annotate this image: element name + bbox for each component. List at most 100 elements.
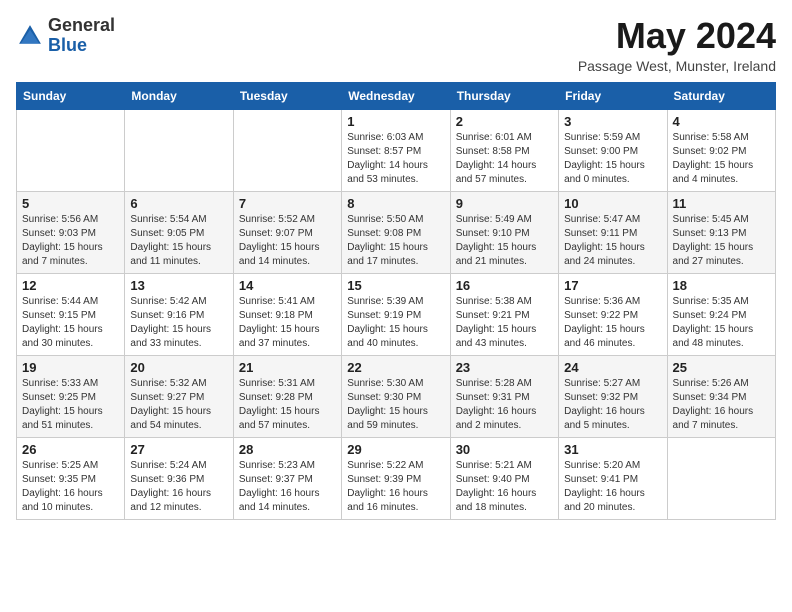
day-number: 3 [564, 114, 661, 129]
day-info: Sunrise: 5:45 AM Sunset: 9:13 PM Dayligh… [673, 213, 770, 269]
day-info: Sunrise: 5:56 AM Sunset: 9:03 PM Dayligh… [22, 213, 119, 269]
calendar-cell: 15Sunrise: 5:39 AM Sunset: 9:19 PM Dayli… [342, 273, 450, 355]
day-info: Sunrise: 5:32 AM Sunset: 9:27 PM Dayligh… [130, 377, 227, 433]
day-info: Sunrise: 5:38 AM Sunset: 9:21 PM Dayligh… [456, 295, 553, 351]
calendar-cell: 1Sunrise: 6:03 AM Sunset: 8:57 PM Daylig… [342, 109, 450, 191]
day-info: Sunrise: 5:27 AM Sunset: 9:32 PM Dayligh… [564, 377, 661, 433]
day-info: Sunrise: 6:03 AM Sunset: 8:57 PM Dayligh… [347, 131, 444, 187]
page-header: General Blue May 2024 Passage West, Muns… [16, 16, 776, 74]
calendar-cell: 10 Sunrise: 5:47 AM Sunset: 9:11 PM Dayli… [559, 191, 667, 273]
day-info: Sunrise: 5:39 AM Sunset: 9:19 PM Dayligh… [347, 295, 444, 351]
weekday-header-wednesday: Wednesday [342, 82, 450, 109]
weekday-header-friday: Friday [559, 82, 667, 109]
day-number: 23 [456, 360, 553, 375]
calendar-cell: 28 Sunrise: 5:23 AM Sunset: 9:37 PM Dayli… [233, 437, 341, 519]
calendar-cell: 27 Sunrise: 5:24 AM Sunset: 9:36 PM Dayli… [125, 437, 233, 519]
day-number: 10 [564, 196, 661, 211]
day-info: Sunrise: 5:47 AM Sunset: 9:11 PM Dayligh… [564, 213, 661, 269]
day-info: Sunrise: 5:52 AM Sunset: 9:07 PM Dayligh… [239, 213, 336, 269]
calendar-cell: 14 Sunrise: 5:41 AM Sunset: 9:18 PM Dayli… [233, 273, 341, 355]
calendar-cell: 25 Sunrise: 5:26 AM Sunset: 9:34 PM Dayli… [667, 355, 775, 437]
weekday-header-tuesday: Tuesday [233, 82, 341, 109]
logo-icon [16, 22, 44, 50]
weekday-header-saturday: Saturday [667, 82, 775, 109]
calendar-cell: 9 Sunrise: 5:49 AM Sunset: 9:10 PM Daylig… [450, 191, 558, 273]
day-number: 25 [673, 360, 770, 375]
day-info: Sunrise: 5:20 AM Sunset: 9:41 PM Dayligh… [564, 459, 661, 515]
day-number: 2 [456, 114, 553, 129]
calendar-cell: 19Sunrise: 5:33 AM Sunset: 9:25 PM Dayli… [17, 355, 125, 437]
day-info: Sunrise: 5:59 AM Sunset: 9:00 PM Dayligh… [564, 131, 661, 187]
calendar-cell: 4 Sunrise: 5:58 AM Sunset: 9:02 PM Daylig… [667, 109, 775, 191]
day-info: Sunrise: 6:01 AM Sunset: 8:58 PM Dayligh… [456, 131, 553, 187]
day-number: 9 [456, 196, 553, 211]
day-info: Sunrise: 5:22 AM Sunset: 9:39 PM Dayligh… [347, 459, 444, 515]
calendar-cell: 31 Sunrise: 5:20 AM Sunset: 9:41 PM Dayli… [559, 437, 667, 519]
day-info: Sunrise: 5:23 AM Sunset: 9:37 PM Dayligh… [239, 459, 336, 515]
logo-general: General [48, 16, 115, 36]
day-info: Sunrise: 5:25 AM Sunset: 9:35 PM Dayligh… [22, 459, 119, 515]
month-title: May 2024 [578, 16, 776, 56]
day-number: 31 [564, 442, 661, 457]
day-number: 7 [239, 196, 336, 211]
calendar-cell: 29 Sunrise: 5:22 AM Sunset: 9:39 PM Dayli… [342, 437, 450, 519]
day-info: Sunrise: 5:31 AM Sunset: 9:28 PM Dayligh… [239, 377, 336, 433]
day-number: 13 [130, 278, 227, 293]
calendar-cell: 3 Sunrise: 5:59 AM Sunset: 9:00 PM Daylig… [559, 109, 667, 191]
day-number: 27 [130, 442, 227, 457]
weekday-header-monday: Monday [125, 82, 233, 109]
logo-blue: Blue [48, 36, 115, 56]
calendar-cell: 26 Sunrise: 5:25 AM Sunset: 9:35 PM Dayli… [17, 437, 125, 519]
calendar-week-4: 19Sunrise: 5:33 AM Sunset: 9:25 PM Dayli… [17, 355, 776, 437]
calendar-cell: 6 Sunrise: 5:54 AM Sunset: 9:05 PM Daylig… [125, 191, 233, 273]
calendar-week-1: 1Sunrise: 6:03 AM Sunset: 8:57 PM Daylig… [17, 109, 776, 191]
calendar-cell: 21 Sunrise: 5:31 AM Sunset: 9:28 PM Dayli… [233, 355, 341, 437]
title-block: May 2024 Passage West, Munster, Ireland [578, 16, 776, 74]
day-info: Sunrise: 5:30 AM Sunset: 9:30 PM Dayligh… [347, 377, 444, 433]
calendar-cell: 20Sunrise: 5:32 AM Sunset: 9:27 PM Dayli… [125, 355, 233, 437]
calendar-cell: 24 Sunrise: 5:27 AM Sunset: 9:32 PM Dayli… [559, 355, 667, 437]
day-number: 30 [456, 442, 553, 457]
day-number: 11 [673, 196, 770, 211]
calendar-cell: 13 Sunrise: 5:42 AM Sunset: 9:16 PM Dayli… [125, 273, 233, 355]
day-number: 19 [22, 360, 119, 375]
day-info: Sunrise: 5:35 AM Sunset: 9:24 PM Dayligh… [673, 295, 770, 351]
day-number: 28 [239, 442, 336, 457]
location-subtitle: Passage West, Munster, Ireland [578, 58, 776, 74]
day-info: Sunrise: 5:58 AM Sunset: 9:02 PM Dayligh… [673, 131, 770, 187]
calendar-week-3: 12Sunrise: 5:44 AM Sunset: 9:15 PM Dayli… [17, 273, 776, 355]
day-info: Sunrise: 5:41 AM Sunset: 9:18 PM Dayligh… [239, 295, 336, 351]
day-number: 14 [239, 278, 336, 293]
weekday-header-sunday: Sunday [17, 82, 125, 109]
calendar-cell: 30Sunrise: 5:21 AM Sunset: 9:40 PM Dayli… [450, 437, 558, 519]
day-number: 8 [347, 196, 444, 211]
calendar-cell: 11 Sunrise: 5:45 AM Sunset: 9:13 PM Dayli… [667, 191, 775, 273]
logo-text: General Blue [48, 16, 115, 56]
calendar-table: SundayMondayTuesdayWednesdayThursdayFrid… [16, 82, 776, 520]
day-info: Sunrise: 5:50 AM Sunset: 9:08 PM Dayligh… [347, 213, 444, 269]
calendar-cell: 22 Sunrise: 5:30 AM Sunset: 9:30 PM Dayli… [342, 355, 450, 437]
day-number: 21 [239, 360, 336, 375]
day-info: Sunrise: 5:54 AM Sunset: 9:05 PM Dayligh… [130, 213, 227, 269]
day-info: Sunrise: 5:49 AM Sunset: 9:10 PM Dayligh… [456, 213, 553, 269]
day-number: 6 [130, 196, 227, 211]
calendar-cell: 2 Sunrise: 6:01 AM Sunset: 8:58 PM Daylig… [450, 109, 558, 191]
calendar-week-2: 5 Sunrise: 5:56 AM Sunset: 9:03 PM Daylig… [17, 191, 776, 273]
day-info: Sunrise: 5:24 AM Sunset: 9:36 PM Dayligh… [130, 459, 227, 515]
day-info: Sunrise: 5:28 AM Sunset: 9:31 PM Dayligh… [456, 377, 553, 433]
day-number: 4 [673, 114, 770, 129]
day-number: 26 [22, 442, 119, 457]
calendar-cell: 16Sunrise: 5:38 AM Sunset: 9:21 PM Dayli… [450, 273, 558, 355]
calendar-cell: 23 Sunrise: 5:28 AM Sunset: 9:31 PM Dayli… [450, 355, 558, 437]
day-number: 22 [347, 360, 444, 375]
day-number: 29 [347, 442, 444, 457]
calendar-week-5: 26 Sunrise: 5:25 AM Sunset: 9:35 PM Dayli… [17, 437, 776, 519]
day-info: Sunrise: 5:42 AM Sunset: 9:16 PM Dayligh… [130, 295, 227, 351]
calendar-cell: 18Sunrise: 5:35 AM Sunset: 9:24 PM Dayli… [667, 273, 775, 355]
day-info: Sunrise: 5:26 AM Sunset: 9:34 PM Dayligh… [673, 377, 770, 433]
calendar-cell [17, 109, 125, 191]
calendar-cell: 17Sunrise: 5:36 AM Sunset: 9:22 PM Dayli… [559, 273, 667, 355]
day-number: 24 [564, 360, 661, 375]
day-number: 5 [22, 196, 119, 211]
day-number: 17 [564, 278, 661, 293]
